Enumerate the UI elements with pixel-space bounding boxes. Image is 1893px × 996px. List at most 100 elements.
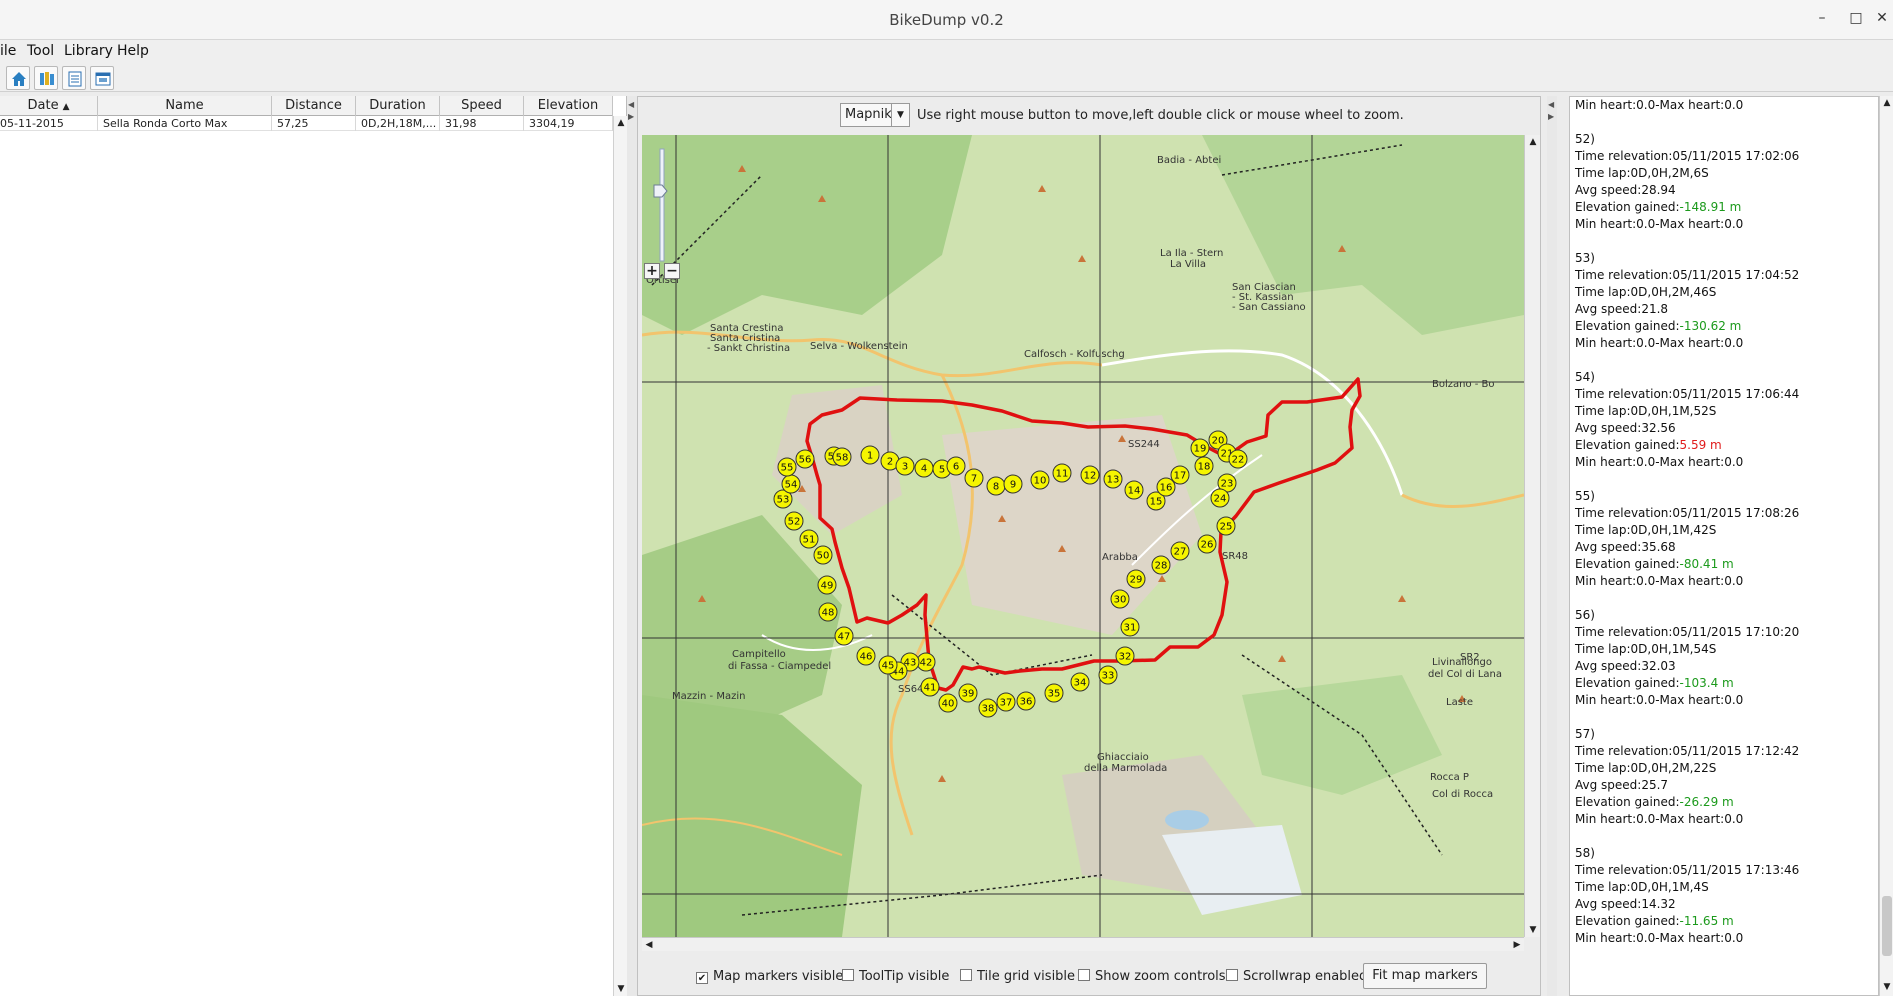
elevation-value: -11.65 m — [1679, 914, 1734, 928]
scroll-thumb[interactable] — [1882, 896, 1892, 956]
split-divider-left[interactable]: ◀ ▶ — [627, 96, 637, 996]
lap-separator — [1575, 352, 1865, 369]
lap-number: 57) — [1575, 727, 1595, 741]
map-hint-text: Use right mouse button to move,left doub… — [917, 108, 1404, 123]
column-speed[interactable]: Speed — [440, 96, 524, 116]
route-marker-label: 4 — [921, 464, 927, 475]
route-marker-label: 28 — [1155, 561, 1168, 572]
lap-time-lap: Time lap:0D,0H,2M,6S — [1575, 166, 1709, 180]
cell-duration: 0D,2H,18M,... — [356, 116, 440, 131]
table-scrollbar[interactable]: ▲ ▼ — [613, 116, 627, 996]
maximize-button[interactable]: □ — [1846, 10, 1866, 26]
zoom-out-button[interactable]: − — [664, 263, 680, 279]
route-marker-label: 31 — [1124, 623, 1137, 634]
scrollwrap-checkbox[interactable]: Scrollwrap enabled — [1226, 969, 1367, 984]
route-marker-label: 52 — [788, 517, 801, 528]
route-marker-label: 15 — [1150, 497, 1163, 508]
table-row[interactable]: 05-11-2015 Sella Ronda Corto Max 57,25 0… — [0, 116, 613, 131]
expand-right-icon: ▶ — [628, 112, 635, 121]
collapse-left-icon: ◀ — [1548, 100, 1555, 109]
map-place-label: Mazzin - Mazin — [672, 691, 745, 702]
map-vertical-scrollbar[interactable]: ▲ ▼ — [1524, 135, 1540, 937]
zoom-in-button[interactable]: + — [644, 263, 660, 279]
route-marker-label: 49 — [821, 581, 834, 592]
scroll-up-icon[interactable]: ▲ — [1880, 96, 1893, 110]
route-marker-label: 53 — [777, 495, 790, 506]
window-button[interactable] — [90, 66, 114, 90]
lap-time-lap: Time lap:0D,0H,1M,42S — [1575, 523, 1717, 537]
lap-details-scrollbar[interactable]: ▲ ▼ — [1879, 96, 1893, 996]
route-marker-label: 40 — [942, 699, 955, 710]
map-horizontal-scrollbar[interactable]: ◀ ▶ — [642, 937, 1524, 951]
document-button[interactable] — [62, 66, 86, 90]
lap-elevation-gained: Elevation gained:5.59 m — [1575, 437, 1865, 454]
checkbox-label: Tile grid visible — [977, 969, 1076, 984]
map-options-bar: ✔ Map markers visible ToolTip visible Til… — [638, 957, 1542, 995]
library-button[interactable] — [34, 66, 58, 90]
lap-heart-text: Min heart:0.0-Max heart:0.0 — [1575, 812, 1744, 826]
map-view[interactable]: Badia - Abtei La Ila - Stern La Villa San C… — [642, 135, 1524, 937]
map-markers-checkbox[interactable]: ✔ Map markers visible — [696, 969, 843, 984]
menu-library[interactable]: Library — [64, 43, 113, 59]
home-button[interactable] — [6, 66, 30, 90]
minimize-button[interactable]: – — [1812, 10, 1832, 26]
lap-time-lap: Time lap:0D,0H,1M,52S — [1575, 404, 1717, 418]
route-marker-label: 36 — [1020, 697, 1033, 708]
lap-number: 54) — [1575, 370, 1595, 384]
column-distance[interactable]: Distance — [272, 96, 356, 116]
lap-time-relevation: Time relevation:05/11/2015 17:13:46 — [1575, 863, 1800, 877]
zoom-controls-checkbox[interactable]: Show zoom controls — [1078, 969, 1226, 984]
route-marker-label: 27 — [1174, 547, 1187, 558]
column-elevation[interactable]: Elevation — [524, 96, 613, 116]
route-marker-label: 37 — [1000, 698, 1013, 709]
scroll-up-icon[interactable]: ▲ — [614, 116, 628, 130]
cell-speed: 31,98 — [440, 116, 524, 131]
map-place-label: di Fassa - Ciampedel — [728, 661, 831, 672]
column-name[interactable]: Name — [98, 96, 272, 116]
map-panel: Mapnik ▼ Use right mouse button to move,… — [637, 96, 1541, 996]
map-place-label: - San Cassiano — [1232, 302, 1306, 313]
lap-avg-speed: Avg speed:25.7 — [1575, 778, 1669, 792]
lap-number: 58) — [1575, 846, 1595, 860]
lap-separator — [1575, 828, 1865, 845]
lap-time-relevation: Time relevation:05/11/2015 17:10:20 — [1575, 625, 1800, 639]
lap-avg-speed: Avg speed:14.32 — [1575, 897, 1676, 911]
window-title: BikeDump v0.2 — [889, 11, 1004, 29]
close-button[interactable]: ✕ — [1872, 10, 1892, 26]
route-marker-label: 18 — [1198, 462, 1211, 473]
scroll-down-icon[interactable]: ▼ — [1526, 923, 1540, 937]
lap-separator — [1575, 471, 1865, 488]
split-divider-right[interactable]: ◀ ▶ — [1547, 96, 1557, 996]
menu-tool[interactable]: Tool — [27, 43, 54, 59]
elevation-value: -130.62 m — [1679, 319, 1742, 333]
lap-details-text: Min heart:0.0-Max heart:0.0 52) Time rele… — [1575, 97, 1865, 947]
tile-grid-checkbox[interactable]: Tile grid visible — [960, 969, 1075, 984]
scroll-left-icon[interactable]: ◀ — [642, 938, 656, 952]
tooltip-checkbox[interactable]: ToolTip visible — [842, 969, 949, 984]
scroll-right-icon[interactable]: ▶ — [1510, 938, 1524, 952]
route-marker-label: 41 — [924, 683, 937, 694]
scroll-down-icon[interactable]: ▼ — [614, 982, 628, 996]
lap-avg-speed: Avg speed:35.68 — [1575, 540, 1676, 554]
map-place-label: Laste — [1446, 697, 1473, 708]
route-marker-label: 42 — [920, 658, 933, 669]
scroll-up-icon[interactable]: ▲ — [1526, 135, 1540, 149]
menu-help[interactable]: Help — [117, 43, 149, 59]
route-marker-label: 2 — [887, 457, 893, 468]
title-bar: BikeDump v0.2 – □ ✕ — [0, 0, 1893, 40]
elevation-label: Elevation gained: — [1575, 795, 1680, 809]
menu-file[interactable]: ile — [0, 43, 16, 59]
route-marker-label: 45 — [882, 661, 895, 672]
route-marker-label: 19 — [1194, 444, 1207, 455]
elevation-label: Elevation gained: — [1575, 676, 1680, 690]
fit-map-markers-button[interactable]: Fit map markers — [1363, 963, 1487, 989]
column-duration[interactable]: Duration — [356, 96, 440, 116]
scroll-down-icon[interactable]: ▼ — [1880, 980, 1893, 994]
lap-elevation-gained: Elevation gained:-103.4 m — [1575, 675, 1865, 692]
column-date[interactable]: Date ▲ — [0, 96, 98, 116]
map-place-label: del Col di Lana — [1428, 669, 1502, 680]
map-provider-select[interactable]: Mapnik ▼ — [840, 103, 910, 127]
cell-elevation: 3304,19 — [524, 116, 613, 131]
route-marker-label: 17 — [1174, 471, 1187, 482]
map-place-label: - Sankt Christina — [707, 343, 790, 354]
